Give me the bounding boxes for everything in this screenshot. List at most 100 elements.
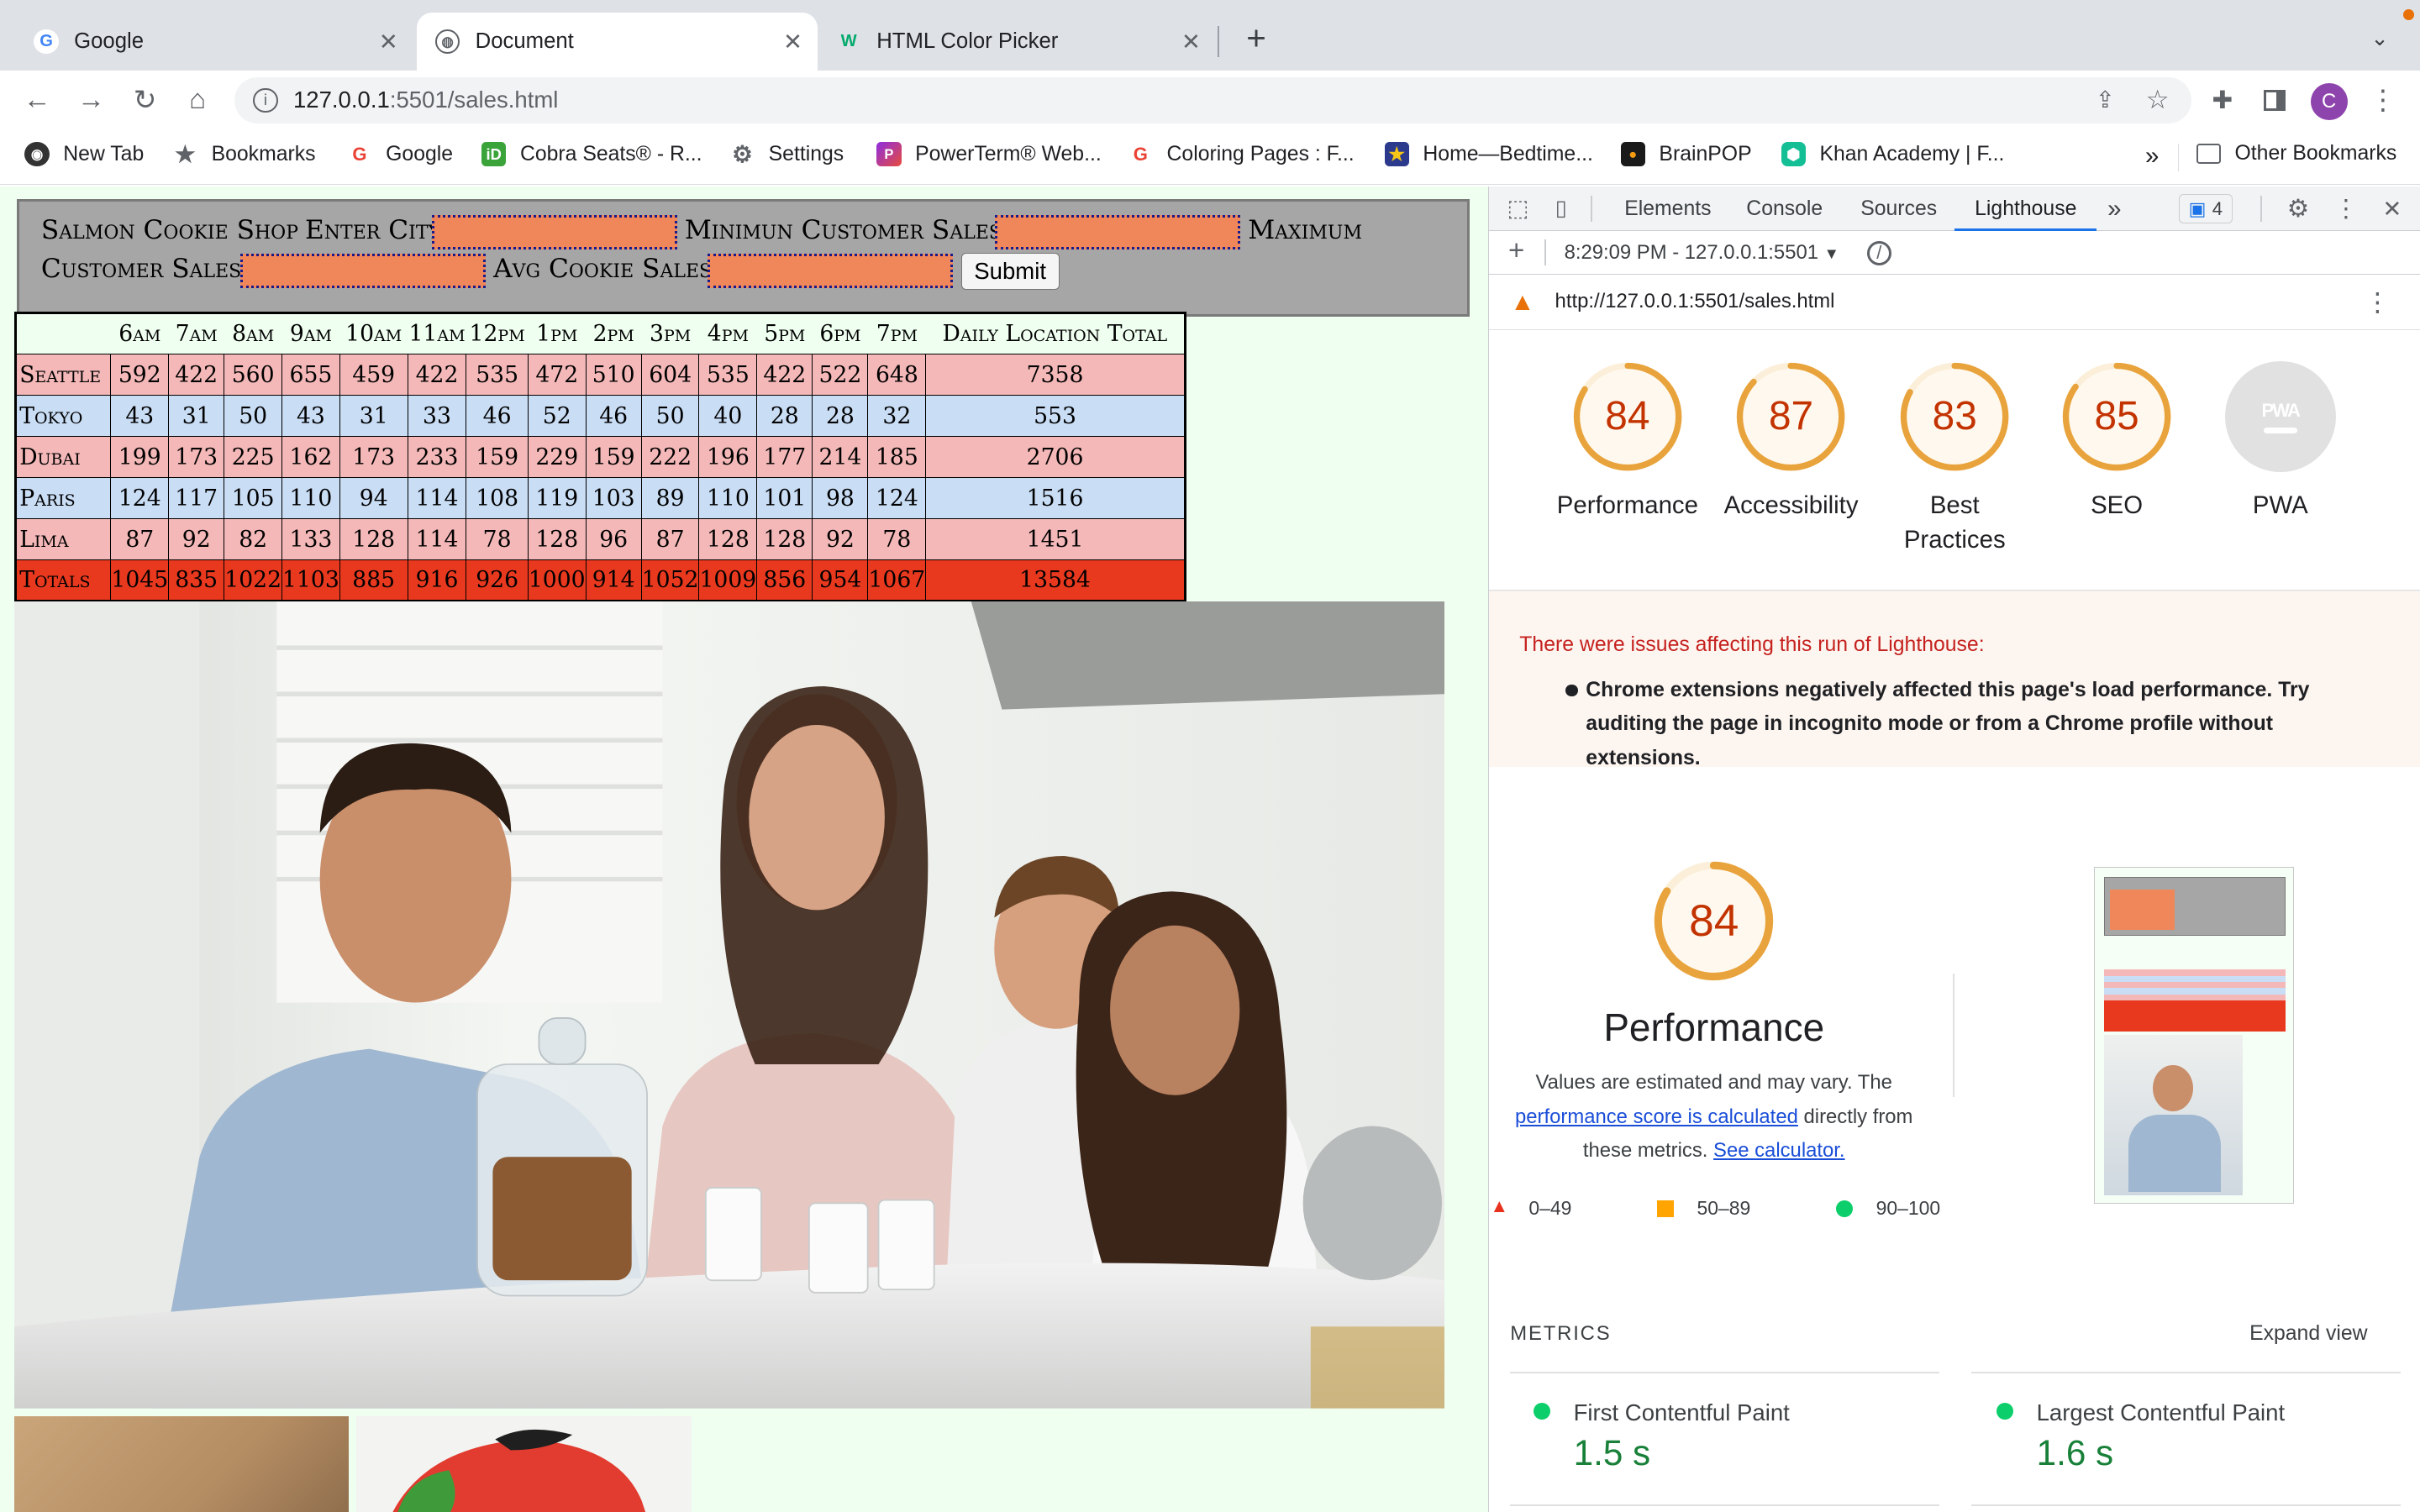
side-panel-icon[interactable] xyxy=(2252,77,2298,123)
table-row: Paris 124 117 105 110 94 114 108 119 103 89 110 101 9… xyxy=(14,477,1186,520)
bookmark-home-bedtime[interactable]: ★ Home—Bedtime... xyxy=(1384,141,1593,167)
total-cell: 13584 xyxy=(925,559,1186,602)
bookmark-google[interactable]: G Google xyxy=(347,142,453,166)
score-value: 85 xyxy=(2094,394,2139,439)
expand-view-button[interactable]: Expand view xyxy=(2249,1322,2368,1346)
city-input[interactable] xyxy=(431,215,677,249)
home-icon[interactable]: ⌂ xyxy=(175,77,221,123)
extensions-puzzle-icon[interactable]: ✚ xyxy=(2199,77,2245,123)
profile-avatar[interactable]: C xyxy=(2310,83,2348,121)
warning-box: There were issues affecting this run of … xyxy=(1488,591,2420,769)
tab-google[interactable]: G Google ✕ xyxy=(15,13,413,71)
report-menu-icon[interactable]: ⋮ xyxy=(2362,287,2393,318)
tab-lighthouse[interactable]: Lighthouse xyxy=(1954,186,2097,232)
column-header: 6am xyxy=(110,312,169,354)
address-bar[interactable]: i 127.0.0.1:5501/sales.html ⇪ ☆ xyxy=(234,76,2192,123)
star-icon[interactable]: ☆ xyxy=(2142,85,2173,116)
score-gauge-best-practices[interactable]: 83 xyxy=(1899,361,2010,472)
new-report-plus-icon[interactable]: + xyxy=(1502,235,1530,266)
sales-cell: 98 xyxy=(812,477,869,520)
tab-title: Google xyxy=(74,29,145,54)
score-gauge-accessibility[interactable]: 87 xyxy=(1735,361,1846,472)
bookmark-khan-academy[interactable]: ⬢ Khan Academy | F... xyxy=(1781,141,2004,167)
sales-cell: 229 xyxy=(527,436,587,479)
menu-kebab-icon[interactable]: ⋮ xyxy=(2360,77,2406,123)
tab-html-color-picker[interactable]: W HTML Color Picker ✕ xyxy=(818,13,1216,71)
submit-button[interactable]: Submit xyxy=(960,252,1060,290)
powerterm-icon: P xyxy=(876,141,902,167)
reload-icon[interactable]: ↻ xyxy=(122,77,168,123)
issues-badge[interactable]: ▣ 4 xyxy=(2178,194,2233,224)
tab-search-chevron-icon[interactable]: ⌄ xyxy=(2365,24,2396,55)
tab-divider xyxy=(2260,196,2262,223)
green-circle-icon xyxy=(1996,1402,2014,1420)
bookmark-label: New Tab xyxy=(63,142,145,165)
bookmark-new-tab[interactable]: ◉ New Tab xyxy=(24,141,145,167)
performance-description: Values are estimated and may vary. The p… xyxy=(1498,1066,1930,1168)
max-sales-input[interactable] xyxy=(239,254,486,288)
close-icon[interactable]: ✕ xyxy=(379,29,398,55)
tab-sources[interactable]: Sources xyxy=(1860,186,1937,231)
sales-cell: 101 xyxy=(756,477,813,520)
pwa-badge[interactable]: PWA xyxy=(2224,360,2336,473)
share-icon[interactable]: ⇪ xyxy=(2090,85,2121,116)
brainpop-icon: ● xyxy=(1620,141,1645,167)
devtools-menu-icon[interactable]: ⋮ xyxy=(2331,194,2360,223)
sales-cell: 43 xyxy=(110,395,170,438)
desc-text: directly from xyxy=(1803,1105,1913,1128)
min-sales-input[interactable] xyxy=(994,215,1241,249)
sales-cell: 50 xyxy=(224,395,283,438)
bullet-icon xyxy=(1565,684,1579,697)
close-icon[interactable]: ✕ xyxy=(1181,29,1201,55)
info-icon[interactable]: i xyxy=(253,87,278,113)
cookie-thumbnail-2 xyxy=(356,1416,692,1512)
device-toolbar-icon[interactable]: ▯ xyxy=(1547,194,1575,222)
sales-cell: 33 xyxy=(407,395,467,438)
sales-cell: 954 xyxy=(812,559,869,602)
score-label: Best Practices xyxy=(1903,491,2006,554)
globe-icon: ◍ xyxy=(434,29,460,55)
score-gauge-performance[interactable]: 84 xyxy=(1572,361,1683,472)
report-selector[interactable]: 8:29:09 PM - 127.0.0.1:5501 ▼ xyxy=(1565,241,1839,265)
settings-gear-icon[interactable]: ⚙ xyxy=(2283,194,2312,223)
tab-elements[interactable]: Elements xyxy=(1624,186,1711,231)
bookmark-brainpop[interactable]: ● BrainPOP xyxy=(1620,141,1752,167)
sales-cell: 655 xyxy=(281,354,340,396)
page-screenshot-thumbnail[interactable] xyxy=(2093,867,2295,1204)
total-cell: 553 xyxy=(925,395,1186,438)
clear-reports-icon[interactable]: / xyxy=(1866,240,1891,265)
sales-cell: 162 xyxy=(281,436,340,479)
close-devtools-icon[interactable]: ✕ xyxy=(2378,194,2407,223)
back-arrow-icon[interactable]: ← xyxy=(14,77,60,123)
sales-cell: 103 xyxy=(585,477,642,520)
bookmark-bookmarks[interactable]: ★ Bookmarks xyxy=(173,141,316,167)
forward-arrow-icon[interactable]: → xyxy=(68,77,114,123)
bookmarks-overflow-button[interactable]: » xyxy=(2145,142,2159,171)
new-tab-plus-icon[interactable]: + xyxy=(1238,18,1275,57)
see-calculator-link[interactable]: See calculator. xyxy=(1713,1139,1845,1162)
sales-cell: 128 xyxy=(527,518,587,561)
toolbar-divider xyxy=(1544,239,1546,265)
bookmark-powerterm[interactable]: P PowerTerm® Web... xyxy=(876,141,1102,167)
table-row: Tokyo 43 31 50 43 31 33 46 52 46 50 40 28 28 32 553 xyxy=(14,395,1186,438)
score-value: 84 xyxy=(1605,394,1650,439)
score-gauge-seo[interactable]: 85 xyxy=(2061,361,2172,472)
bookmark-coloring-pages[interactable]: G Coloring Pages : F... xyxy=(1128,142,1355,166)
avg-sales-input[interactable] xyxy=(708,254,954,288)
sales-cell: 422 xyxy=(407,354,467,396)
bookmark-other-bookmarks[interactable]: Other Bookmarks xyxy=(2196,142,2396,165)
tab-console[interactable]: Console xyxy=(1746,186,1823,231)
inspect-element-icon[interactable]: ⬚ xyxy=(1504,194,1532,222)
tab-document[interactable]: ◍ Document ✕ xyxy=(416,12,818,71)
table-row: Totals 1045 835 1022 1103 885 916 926 1000 914 105… xyxy=(14,559,1186,602)
column-header: 9am xyxy=(281,312,340,354)
score-calculated-link[interactable]: performance score is calculated xyxy=(1515,1105,1798,1128)
column-header: 7am xyxy=(168,312,224,354)
more-tabs-button[interactable]: » xyxy=(2107,186,2121,231)
city-cell: Tokyo xyxy=(14,395,112,438)
lighthouse-toolbar: + 8:29:09 PM - 127.0.0.1:5501 ▼ / xyxy=(1488,231,2420,275)
bookmark-cobra-seats[interactable]: iD Cobra Seats® - R... xyxy=(481,141,702,167)
desc-text: these metrics. xyxy=(1582,1138,1708,1162)
bookmark-settings[interactable]: ⚙ Settings xyxy=(730,141,844,167)
close-icon[interactable]: ✕ xyxy=(783,29,802,55)
